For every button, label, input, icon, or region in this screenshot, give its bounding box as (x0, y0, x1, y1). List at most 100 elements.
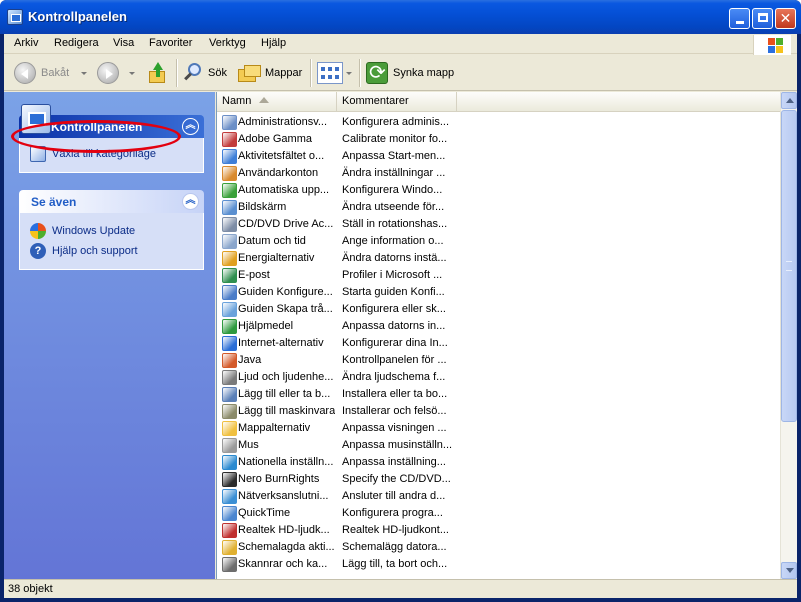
window-frame: Kontrollpanelen ✕ Arkiv Redigera Visa Fa… (0, 0, 801, 602)
scanners-cameras-icon (222, 557, 237, 572)
list-item[interactable]: Nätverksanslutni... Ansluter till andra d… (217, 488, 784, 505)
scroll-thumb[interactable] (781, 110, 797, 422)
wireless-wizard-icon (222, 302, 237, 317)
list-item[interactable]: Mus Anpassa musinställn... (217, 437, 784, 454)
list-item[interactable]: Guiden Skapa trå... Konfigurera eller sk.… (217, 301, 784, 318)
list-item-name: Mus (238, 439, 259, 451)
task-pane: Kontrollpanelen ︽ Växla till kategoriläg… (4, 92, 215, 579)
see-also-box-header[interactable]: Se även ︽ (19, 190, 204, 213)
list-item-comment: Starta guiden Konfi... (342, 286, 445, 298)
list-item[interactable]: Guiden Konfigure... Starta guiden Konfi..… (217, 284, 784, 301)
list-item[interactable]: Schemalagda akti... Schemalägg datora... (217, 539, 784, 556)
menu-edit[interactable]: Redigera (54, 37, 99, 49)
list-item[interactable]: Ljud och ljudenhe... Ändra ljudschema f..… (217, 369, 784, 386)
list-item-comment: Anpassa datorns in... (342, 320, 446, 332)
close-button[interactable]: ✕ (775, 8, 796, 29)
list-item[interactable]: Datum och tid Ange information o... (217, 233, 784, 250)
list-item-name: Java (238, 354, 262, 366)
control-panel-box-header[interactable]: Kontrollpanelen ︽ (19, 104, 204, 138)
list-item[interactable]: Lägg till maskinvara Installerar och fels… (217, 403, 784, 420)
column-name-label: Namn (222, 95, 252, 107)
sound-icon (222, 370, 237, 385)
folders-label: Mappar (265, 67, 303, 79)
list-item[interactable]: Mappalternativ Anpassa visningen ... (217, 420, 784, 437)
list-item-comment: Ansluter till andra d... (342, 490, 446, 502)
folder-options-icon (222, 421, 237, 436)
views-button[interactable] (317, 61, 352, 85)
up-folder-button[interactable] (147, 61, 167, 85)
see-also-box: Se även ︽ Windows Update ? Hjälp och sup… (19, 190, 204, 270)
back-label: Bakåt (41, 67, 70, 79)
network-wizard-icon (222, 285, 237, 300)
sort-ascending-icon (259, 97, 270, 103)
list-item-name: QuickTime (238, 507, 291, 519)
list-item[interactable]: Internet-alternativ Konfigurerar dina In.… (217, 335, 784, 352)
list-item[interactable]: Adobe Gamma Calibrate monitor fo... (217, 131, 784, 148)
vertical-scrollbar[interactable] (780, 92, 797, 579)
list-item[interactable]: E-post Profiler i Microsoft ... (217, 267, 784, 284)
list-item-comment: Profiler i Microsoft ... (342, 269, 443, 281)
list-item[interactable]: Aktivitetsfältet o... Anpassa Start-men..… (217, 148, 784, 165)
items-rows: Administrationsv... Konfigurera adminis..… (217, 114, 784, 573)
list-item[interactable]: Administrationsv... Konfigurera adminis..… (217, 114, 784, 131)
control-panel-icon (7, 9, 23, 25)
list-item[interactable]: Automatiska upp... Konfigurera Windo... (217, 182, 784, 199)
forward-button[interactable] (97, 61, 135, 85)
list-item[interactable]: Användarkonton Ändra inställningar ... (217, 165, 784, 182)
taskbar-icon (222, 149, 237, 164)
menu-help[interactable]: Hjälp (261, 37, 286, 49)
scroll-up-button[interactable] (781, 92, 797, 109)
maximize-icon (757, 13, 768, 22)
toolbar-separator (310, 59, 311, 87)
list-item-name: Schemalagda akti... (238, 541, 335, 553)
help-icon: ? (30, 243, 46, 259)
menu-tools[interactable]: Verktyg (209, 37, 246, 49)
menu-file[interactable]: Arkiv (14, 37, 38, 49)
collapse-chevron-icon[interactable]: ︽ (182, 118, 199, 135)
title-bar[interactable]: Kontrollpanelen ✕ (0, 0, 801, 34)
list-item-name: Nero BurnRights (238, 473, 320, 485)
maximize-button[interactable] (752, 8, 773, 29)
list-item[interactable]: QuickTime Konfigurera progra... (217, 505, 784, 522)
list-item[interactable]: Hjälpmedel Anpassa datorns in... (217, 318, 784, 335)
views-dropdown-icon (346, 71, 352, 75)
list-item[interactable]: CD/DVD Drive Ac... Ställ in rotationshas.… (217, 216, 784, 233)
back-button[interactable]: Bakåt (14, 61, 88, 85)
list-item-comment: Konfigurera eller sk... (342, 303, 446, 315)
list-item-comment: Anpassa visningen ... (342, 422, 447, 434)
scroll-down-button[interactable] (781, 562, 797, 579)
menu-view[interactable]: Visa (113, 37, 134, 49)
category-view-icon (30, 146, 46, 162)
forward-dropdown-icon (129, 71, 135, 75)
search-icon (183, 62, 205, 84)
list-item[interactable]: Bildskärm Ändra utseende för... (217, 199, 784, 216)
menu-favorites[interactable]: Favoriter (149, 37, 192, 49)
quicktime-icon (222, 506, 237, 521)
list-item[interactable]: Lägg till eller ta b... Installera eller … (217, 386, 784, 403)
list-item[interactable]: Realtek HD-ljudk... Realtek HD-ljudkont..… (217, 522, 784, 539)
list-item-name: Hjälpmedel (238, 320, 294, 332)
list-item[interactable]: Skannrar och ka... Lägg till, ta bort och… (217, 556, 784, 573)
search-button[interactable]: Sök (183, 61, 227, 85)
menu-bar: Arkiv Redigera Visa Favoriter Verktyg Hj… (4, 34, 797, 55)
column-header-name[interactable]: Namn (217, 92, 337, 111)
minimize-button[interactable] (729, 8, 750, 29)
windows-update-link[interactable]: Windows Update (30, 221, 193, 241)
list-item[interactable]: Energialternativ Ändra datorns instä... (217, 250, 784, 267)
switch-to-category-view-link[interactable]: Växla till kategoriläge (30, 144, 193, 164)
list-item-comment: Ändra inställningar ... (342, 167, 446, 179)
list-item[interactable]: Nero BurnRights Specify the CD/DVD... (217, 471, 784, 488)
nero-icon (222, 472, 237, 487)
sync-folder-button[interactable]: Synka mapp (366, 60, 454, 85)
folders-button[interactable]: Mappar (238, 61, 302, 85)
list-item-comment: Anpassa inställning... (342, 456, 446, 468)
list-item[interactable]: Nationella inställn... Anpassa inställnin… (217, 454, 784, 471)
back-dropdown-icon (81, 71, 88, 75)
help-and-support-link[interactable]: ? Hjälp och support (30, 241, 193, 261)
list-item-comment: Konfigurera progra... (342, 507, 443, 519)
list-item[interactable]: Java Kontrollpanelen för ... (217, 352, 784, 369)
collapse-chevron-icon[interactable]: ︽ (182, 193, 199, 210)
list-item-comment: Installerar och felsö... (342, 405, 447, 417)
column-header-comment[interactable]: Kommentarer (337, 92, 457, 111)
search-label: Sök (208, 67, 227, 79)
